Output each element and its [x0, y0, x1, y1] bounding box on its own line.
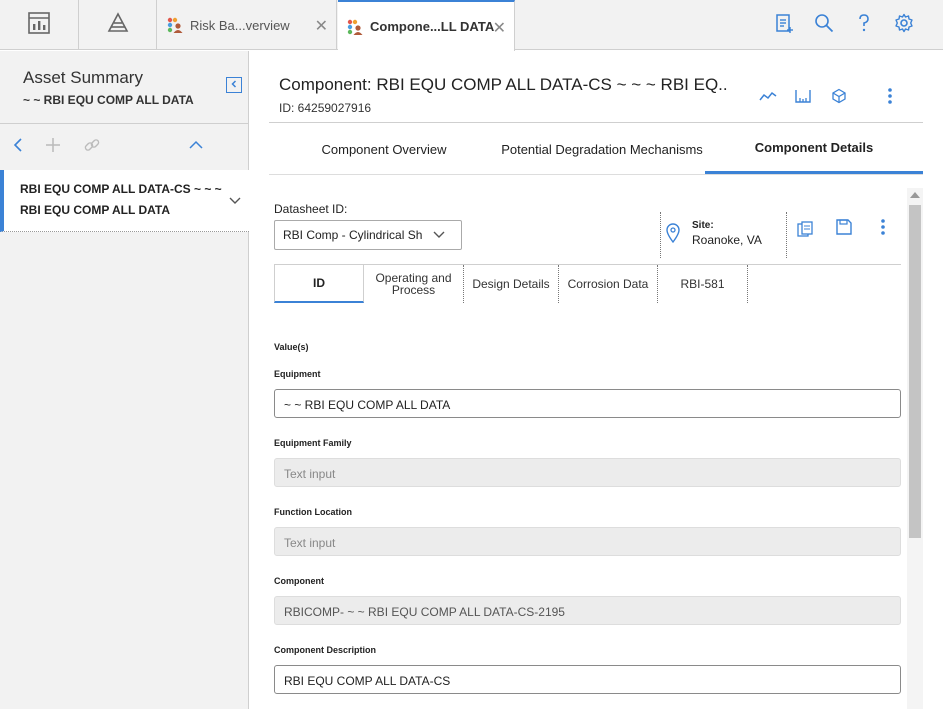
divider — [786, 212, 787, 258]
collapse-panel-button[interactable] — [226, 77, 242, 93]
scrollbar-thumb[interactable] — [909, 205, 921, 538]
chevron-down-icon[interactable] — [228, 192, 242, 210]
site-value: Roanoke, VA — [692, 233, 762, 247]
tab-component-details-active[interactable]: Component Details — [705, 124, 923, 174]
search-button[interactable] — [811, 12, 837, 38]
tab-design-details[interactable]: Design Details — [464, 265, 559, 303]
tab-label: RBI-581 — [680, 277, 725, 291]
field-label: Component Description — [274, 645, 377, 655]
chevron-down-icon[interactable] — [432, 227, 446, 245]
chevron-up-icon — [188, 138, 204, 156]
measure-button[interactable] — [793, 88, 813, 108]
add-button[interactable] — [43, 137, 63, 157]
save-icon — [835, 218, 853, 241]
tab-label: Corrosion Data — [567, 277, 649, 291]
tab-rbi-581[interactable]: RBI-581 — [658, 265, 748, 303]
tab-component-details[interactable]: Compone...LL DATA ✕ — [338, 0, 515, 51]
chevron-left-icon — [12, 137, 24, 158]
datasheet-id-label: Datasheet ID: — [274, 202, 348, 216]
tab-label: ID — [313, 276, 325, 290]
field-label: Component — [274, 576, 324, 586]
field-label: Equipment Family — [274, 438, 352, 448]
close-icon[interactable]: ✕ — [493, 18, 506, 38]
asset-hierarchy-button[interactable] — [79, 0, 157, 50]
hierarchy-icon — [106, 11, 130, 40]
record-id: ID: 64259027916 — [279, 101, 372, 115]
search-icon — [814, 13, 834, 38]
copy-icon — [796, 220, 814, 243]
panel-subtitle: ~ ~ RBI EQU COMP ALL DATA — [23, 93, 194, 107]
tab-label: Risk Ba...verview — [190, 17, 290, 33]
notes-icon — [774, 12, 794, 39]
close-icon[interactable]: ✕ — [315, 16, 328, 36]
component-field[interactable]: RBICOMP- ~ ~ RBI EQU COMP ALL DATA-CS-21… — [274, 596, 901, 625]
site-label: Site: — [692, 220, 714, 231]
people-icon — [166, 16, 184, 34]
panel-title: Asset Summary — [23, 68, 143, 87]
function-location-field[interactable]: Text input — [274, 527, 901, 556]
notes-button[interactable] — [771, 12, 797, 38]
list-item-title: RBI EQU COMP ALL DATA-CS ~ ~ ~ — [20, 182, 222, 196]
collapse-up-button[interactable] — [186, 137, 206, 157]
line-chart-icon — [759, 89, 777, 108]
more-options-button[interactable] — [880, 87, 900, 110]
equipment-family-field[interactable]: Text input — [274, 458, 901, 487]
tab-label: Operating and Process — [375, 271, 452, 297]
tab-label: Compone...LL DATA — [370, 19, 495, 34]
settings-icon — [894, 13, 914, 38]
scroll-up-arrow[interactable] — [910, 192, 920, 198]
divider — [660, 212, 661, 258]
link-icon — [83, 136, 101, 159]
tab-id[interactable]: ID — [274, 265, 364, 303]
tab-operating-and-process[interactable]: Operating and Process — [364, 265, 464, 303]
ruler-icon — [794, 88, 812, 109]
back-button[interactable] — [8, 137, 28, 157]
tab-component-overview[interactable]: Component Overview — [269, 124, 499, 174]
field-label: Function Location — [274, 507, 352, 517]
help-icon — [854, 12, 874, 39]
cube-icon — [831, 88, 847, 109]
divider — [269, 174, 923, 175]
link-button[interactable] — [82, 137, 102, 157]
chevron-left-icon — [229, 76, 239, 94]
equipment-field[interactable]: ~ ~ RBI EQU COMP ALL DATA — [274, 389, 901, 418]
list-item[interactable]: RBI EQU COMP ALL DATA-CS ~ ~ ~ RBI EQU C… — [0, 170, 249, 232]
tab-label: Potential Degradation Mechanisms — [501, 141, 703, 157]
asset-summary-panel: Asset Summary ~ ~ RBI EQU COMP ALL DATA … — [0, 51, 249, 709]
tab-potential-degradation-mechanisms[interactable]: Potential Degradation Mechanisms — [499, 124, 705, 174]
tab-label: Component Details — [754, 140, 874, 155]
datasheet-more-button[interactable] — [873, 218, 893, 240]
tab-label: Component Overview — [321, 141, 447, 157]
dashboard-button[interactable] — [0, 0, 79, 50]
more-vertical-icon — [880, 218, 886, 241]
location-pin-icon — [665, 223, 681, 248]
trend-button[interactable] — [758, 88, 778, 108]
more-vertical-icon — [887, 87, 893, 110]
divider — [269, 122, 923, 123]
cube-button[interactable] — [829, 88, 849, 108]
field-label: Equipment — [274, 369, 321, 379]
plus-icon — [45, 137, 61, 158]
divider — [0, 123, 249, 124]
tab-label: Design Details — [472, 277, 550, 291]
copy-button[interactable] — [795, 220, 815, 242]
people-icon — [346, 18, 364, 36]
values-heading: Value(s) — [274, 342, 309, 352]
list-item-subtitle: RBI EQU COMP ALL DATA — [20, 203, 170, 217]
help-button[interactable] — [851, 12, 877, 38]
dashboard-icon — [27, 11, 51, 40]
save-button[interactable] — [834, 218, 854, 240]
tab-risk-overview[interactable]: Risk Ba...verview ✕ — [158, 0, 337, 50]
page-title: Component: RBI EQU COMP ALL DATA-CS ~ ~ … — [279, 75, 728, 94]
tab-corrosion-data[interactable]: Corrosion Data — [559, 265, 658, 303]
component-description-field[interactable]: RBI EQU COMP ALL DATA-CS — [274, 665, 901, 694]
settings-button[interactable] — [891, 12, 917, 38]
